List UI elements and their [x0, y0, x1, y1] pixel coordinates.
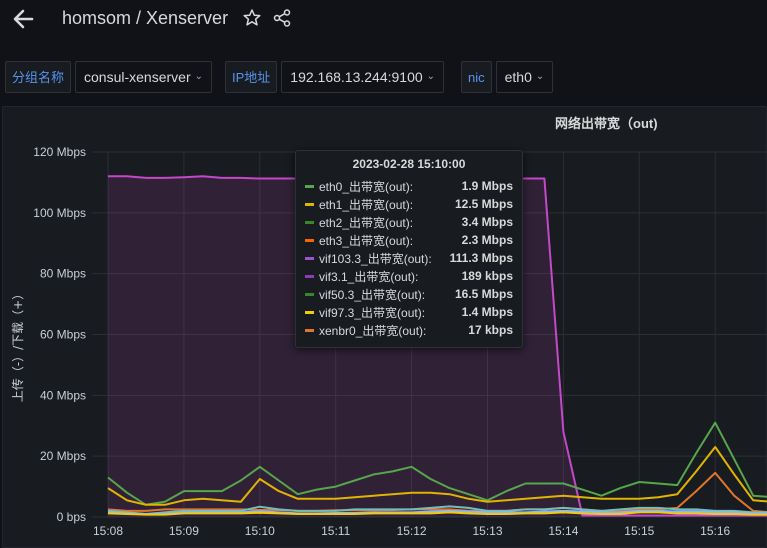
- tooltip-series-value: 17 kbps: [468, 323, 513, 337]
- y-tick-label: 40 Mbps: [40, 388, 86, 402]
- series-swatch: [305, 220, 314, 224]
- tooltip-series-value: 2.3 Mbps: [461, 233, 513, 247]
- tooltip-series-name: eth1_出带宽(out):: [319, 197, 414, 212]
- y-tick-label: 0 bps: [57, 510, 86, 524]
- series-swatch: [305, 310, 314, 314]
- y-tick-label: 60 Mbps: [40, 328, 86, 342]
- tooltip-series-name: vif50.3_出带宽(out):: [319, 287, 426, 302]
- tooltip-series-value: 1.9 Mbps: [461, 179, 513, 193]
- tooltip-series-value: 189 kbps: [461, 269, 513, 283]
- tooltip-row: xenbr0_出带宽(out): 17 kbps: [305, 321, 513, 339]
- tooltip-series-name: vif3.1_出带宽(out):: [319, 269, 419, 284]
- x-tick-label: 15:08: [93, 524, 123, 538]
- tooltip-series-name: vif97.3_出带宽(out):: [319, 305, 426, 320]
- tooltip-series-value: 111.3 Mbps: [449, 251, 513, 265]
- series-swatch: [305, 256, 314, 260]
- series-swatch: [305, 328, 314, 332]
- series-swatch: [305, 274, 314, 278]
- y-axis-label: 上传（-）/下载（+）: [10, 288, 25, 402]
- tooltip-series-name: vif103.3_出带宽(out):: [319, 251, 432, 266]
- tooltip-series-value: 16.5 Mbps: [454, 287, 513, 301]
- tooltip-series-name: eth0_出带宽(out):: [319, 179, 414, 194]
- x-tick-label: 15:13: [472, 524, 502, 538]
- tooltip-row: eth0_出带宽(out): 1.9 Mbps: [305, 177, 513, 195]
- tooltip-row: eth3_出带宽(out): 2.3 Mbps: [305, 231, 513, 249]
- tooltip-row: vif103.3_出带宽(out): 111.3 Mbps: [305, 249, 513, 267]
- tooltip-series-value: 1.4 Mbps: [461, 305, 513, 319]
- series-swatch: [305, 292, 314, 296]
- tooltip-row: vif97.3_出带宽(out): 1.4 Mbps: [305, 303, 513, 321]
- tooltip-row: eth2_出带宽(out): 3.4 Mbps: [305, 213, 513, 231]
- x-tick-label: 15:11: [321, 524, 350, 538]
- series-swatch: [305, 238, 314, 242]
- tooltip-series-value: 3.4 Mbps: [461, 215, 513, 229]
- tooltip-series-name: eth2_出带宽(out):: [319, 215, 414, 230]
- graph-tooltip: 2023-02-28 15:10:00 eth0_出带宽(out): 1.9 Mb…: [295, 150, 523, 348]
- tooltip-series-value: 12.5 Mbps: [454, 197, 513, 211]
- y-tick-label: 100 Mbps: [33, 206, 86, 220]
- x-tick-label: 15:14: [548, 524, 578, 538]
- tooltip-time: 2023-02-28 15:10:00: [352, 157, 466, 171]
- x-tick-label: 15:15: [624, 524, 654, 538]
- x-tick-label: 15:10: [245, 524, 275, 538]
- series-swatch: [305, 202, 314, 206]
- y-tick-label: 80 Mbps: [40, 267, 86, 281]
- tooltip-row: eth1_出带宽(out): 12.5 Mbps: [305, 195, 513, 213]
- x-tick-label: 15:09: [169, 524, 199, 538]
- tooltip-row: vif3.1_出带宽(out): 189 kbps: [305, 267, 513, 285]
- x-tick-label: 15:16: [700, 524, 730, 538]
- tooltip-series-name: eth3_出带宽(out):: [319, 233, 414, 248]
- x-tick-label: 15:12: [397, 524, 427, 538]
- tooltip-series-name: xenbr0_出带宽(out):: [319, 323, 427, 338]
- y-tick-label: 20 Mbps: [40, 449, 86, 463]
- y-tick-label: 120 Mbps: [33, 145, 86, 159]
- tooltip-row: vif50.3_出带宽(out): 16.5 Mbps: [305, 285, 513, 303]
- series-swatch: [305, 184, 314, 188]
